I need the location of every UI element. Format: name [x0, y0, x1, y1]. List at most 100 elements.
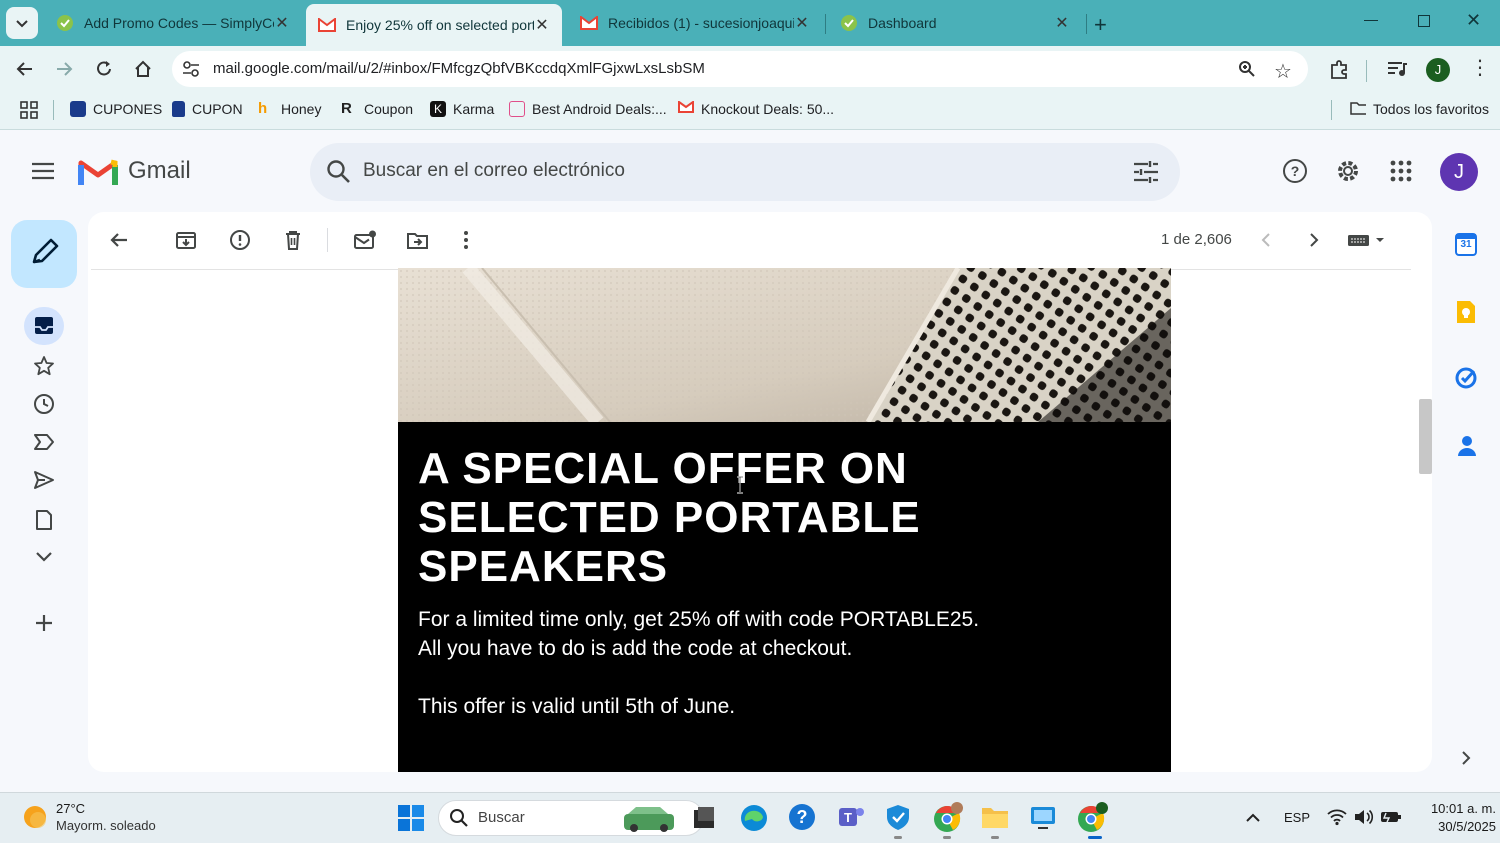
browser-profile-avatar[interactable]: J [1426, 58, 1450, 82]
taskbar-app-chrome-1[interactable] [932, 802, 964, 834]
taskbar-app-edge[interactable] [739, 803, 769, 833]
coupon-favicon-icon: R [341, 100, 352, 117]
extensions-icon[interactable] [1328, 59, 1350, 81]
taskbar-app-help[interactable]: ? [788, 803, 816, 831]
taskbar-app-file-explorer[interactable] [980, 804, 1010, 830]
trash-icon [286, 231, 300, 250]
scrollbar-thumb[interactable] [1419, 399, 1432, 474]
start-button[interactable] [397, 804, 425, 832]
media-controls-icon[interactable] [1386, 59, 1408, 79]
keyboard-icon [1348, 235, 1384, 246]
new-tab-button[interactable]: + [1094, 12, 1107, 38]
back-to-inbox-button[interactable] [108, 229, 130, 251]
forward-button[interactable] [53, 58, 75, 80]
browser-tab-dashboard[interactable]: Dashboard ✕ [828, 6, 1082, 40]
taskbar-app-shield[interactable] [884, 803, 912, 831]
reload-icon [97, 61, 111, 76]
important-nav-item[interactable] [33, 432, 55, 452]
sent-nav-item[interactable] [33, 470, 55, 490]
pencil-icon [32, 238, 59, 264]
bookmark-label: Honey [281, 101, 322, 117]
inbox-nav-item[interactable] [24, 307, 64, 345]
taskbar-app-terminal[interactable] [690, 804, 718, 832]
show-side-panel-button[interactable] [1458, 749, 1474, 767]
clock-date[interactable]: 30/5/2025 [1410, 819, 1496, 834]
url-text[interactable]: mail.google.com/mail/u/2/#inbox/FMfcgzQb… [213, 60, 705, 77]
bookmark-cupones[interactable]: CUPONES [70, 101, 162, 117]
all-bookmarks-folder[interactable]: Todos los favoritos [1350, 101, 1489, 117]
delete-button[interactable] [282, 229, 304, 251]
taskbar-app-remote[interactable] [1029, 804, 1057, 830]
help-icon[interactable]: ? [1282, 158, 1308, 184]
minimize-window-icon[interactable] [1364, 20, 1378, 21]
taskbar-app-chrome-2[interactable] [1076, 802, 1110, 834]
browser-tab-inbox[interactable]: Recibidos (1) - sucesionjoaquin ✕ [568, 6, 822, 40]
input-language[interactable]: ESP [1284, 810, 1310, 825]
search-placeholder[interactable]: Buscar en el correo electrónico [363, 160, 625, 182]
home-button[interactable] [132, 58, 154, 80]
lock-favicon-icon [172, 101, 185, 117]
mark-unread-button[interactable] [353, 229, 377, 251]
bookmarks-separator [53, 100, 54, 120]
compose-button[interactable] [11, 220, 77, 288]
close-tab-icon[interactable]: ✕ [794, 13, 810, 33]
battery-icon[interactable] [1380, 809, 1402, 825]
restore-window-icon[interactable] [1418, 15, 1430, 27]
search-options-tune-icon[interactable] [1133, 160, 1159, 184]
newer-message-button[interactable] [1258, 231, 1274, 249]
tab-search-dropdown-button[interactable] [6, 7, 38, 39]
archive-button[interactable] [175, 229, 197, 251]
taskbar-search-label: Buscar [478, 809, 525, 826]
calendar-app-button[interactable]: 31 [1455, 232, 1477, 256]
google-tasks-icon [1455, 367, 1477, 389]
close-tab-icon[interactable]: ✕ [274, 13, 290, 33]
back-button[interactable] [14, 58, 36, 80]
browser-tab-promo-codes[interactable]: Add Promo Codes — SimplyCo ✕ [44, 6, 302, 40]
close-window-icon[interactable]: ✕ [1466, 10, 1481, 31]
google-apps-grid-icon[interactable] [1390, 160, 1412, 182]
move-to-button[interactable] [406, 229, 430, 251]
create-label-button[interactable] [34, 613, 54, 633]
drafts-nav-item[interactable] [35, 509, 53, 531]
zoom-icon[interactable] [1238, 60, 1256, 78]
input-tools-button[interactable] [1347, 232, 1387, 248]
more-nav-item[interactable] [34, 550, 54, 564]
sun-icon [24, 806, 46, 828]
browser-menu-icon[interactable]: ⋮ [1470, 58, 1490, 78]
bookmark-best-android-deals[interactable]: Best Android Deals:... [509, 101, 667, 117]
tasks-app-button[interactable] [1455, 367, 1477, 389]
report-spam-icon [230, 230, 250, 250]
clock-time[interactable]: 10:01 a. m. [1410, 801, 1496, 816]
main-menu-button[interactable] [31, 162, 55, 180]
reload-button[interactable] [93, 58, 115, 80]
starred-nav-item[interactable] [33, 355, 55, 377]
gmail-logo[interactable] [78, 157, 118, 187]
older-message-button[interactable] [1306, 231, 1322, 249]
browser-tab-active-email[interactable]: Enjoy 25% off on selected porta ✕ [306, 4, 562, 46]
close-tab-icon[interactable]: ✕ [1054, 13, 1070, 33]
bookmark-coupon[interactable]: R Coupon [341, 100, 413, 118]
wifi-icon[interactable] [1326, 808, 1348, 826]
bookmark-karma[interactable]: K Karma [430, 101, 494, 117]
keep-app-button[interactable] [1456, 300, 1476, 324]
contacts-app-button[interactable] [1457, 435, 1477, 457]
bookmark-star-icon[interactable]: ☆ [1274, 59, 1292, 84]
search-icon[interactable] [326, 159, 352, 185]
taskbar-app-teams[interactable]: T [836, 803, 866, 831]
close-tab-icon[interactable]: ✕ [534, 15, 550, 35]
account-avatar[interactable]: J [1440, 153, 1478, 191]
snoozed-nav-item[interactable] [33, 393, 55, 415]
bookmark-honey[interactable]: h Honey [258, 101, 322, 118]
bookmark-knockout-deals[interactable]: Knockout Deals: 50... [678, 101, 834, 117]
app-window-icon [694, 807, 714, 828]
report-spam-button[interactable] [229, 229, 251, 251]
site-info-icon[interactable] [181, 60, 201, 78]
weather-widget[interactable] [22, 804, 48, 830]
volume-icon[interactable] [1353, 808, 1375, 826]
show-hidden-icons-button[interactable] [1244, 811, 1262, 823]
label-important-icon [34, 434, 54, 450]
settings-gear-icon[interactable] [1335, 158, 1361, 184]
bookmark-cupon[interactable]: CUPON [172, 101, 243, 117]
more-actions-button[interactable] [456, 229, 476, 251]
apps-grid-icon[interactable] [20, 101, 38, 119]
